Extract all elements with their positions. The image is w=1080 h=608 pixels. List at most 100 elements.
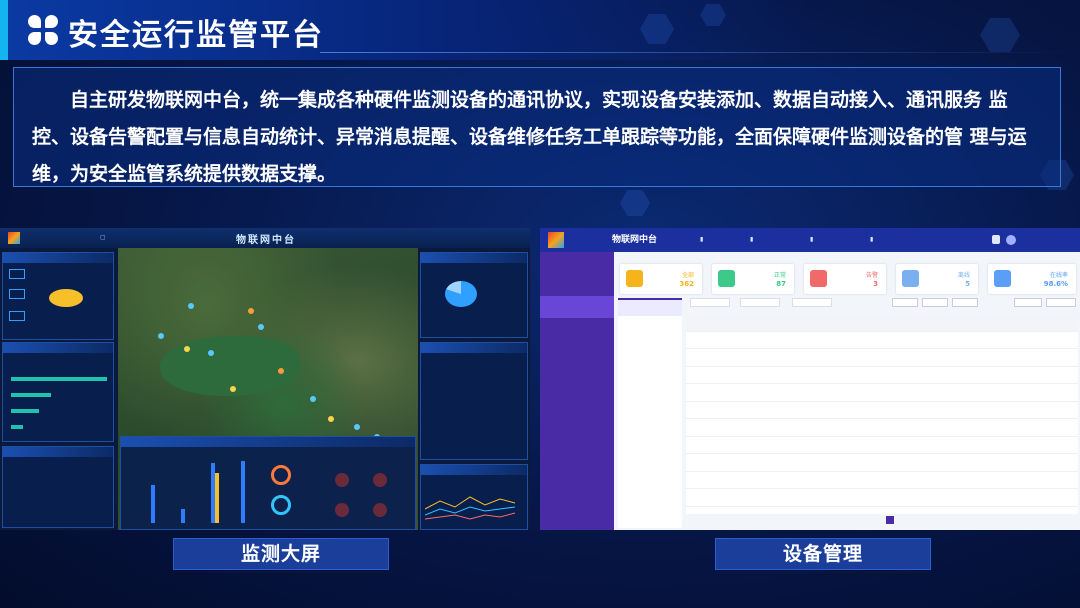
device-icon — [626, 270, 643, 287]
map-pin — [328, 416, 334, 422]
stat-card-offline[interactable]: 离线 5 — [896, 264, 978, 294]
tree-item[interactable] — [618, 428, 682, 444]
tree-item[interactable] — [618, 316, 682, 332]
data-bar — [11, 409, 39, 413]
nav-item[interactable]: ▮ — [870, 236, 873, 243]
stat-value: 362 — [679, 280, 694, 288]
pagination-current-page[interactable] — [886, 516, 894, 524]
stat-label: 告警 — [865, 272, 878, 279]
table-row[interactable] — [686, 437, 1078, 454]
dashboard-panel-stats — [2, 252, 114, 340]
tree-item[interactable] — [618, 412, 682, 428]
alarm-icon — [810, 270, 827, 287]
import-button[interactable] — [1014, 298, 1042, 307]
dashboard-panel-data — [2, 342, 114, 442]
tree-item[interactable] — [618, 380, 682, 396]
add-button[interactable] — [922, 298, 948, 307]
dashboard-title: 物联网中台 — [236, 235, 296, 246]
nav-item[interactable]: ▮ — [750, 236, 753, 243]
table-row[interactable] — [686, 472, 1078, 489]
settings-button[interactable] — [1046, 298, 1076, 307]
bell-icon[interactable] — [992, 235, 1000, 244]
chart-bar — [151, 485, 155, 523]
table-row[interactable] — [686, 454, 1078, 472]
nav-item[interactable]: ▮ — [810, 236, 813, 243]
stat-value: 5 — [965, 280, 970, 288]
stat-value: 87 — [776, 280, 786, 288]
device-type-tree — [618, 300, 682, 528]
filter-input[interactable] — [792, 298, 832, 307]
table-row[interactable] — [686, 489, 1078, 507]
gauge-ring — [271, 495, 291, 515]
data-bar — [11, 393, 51, 397]
tree-item[interactable] — [618, 300, 682, 316]
chart-bar — [181, 509, 185, 523]
tree-item[interactable] — [618, 364, 682, 380]
sidebar-item[interactable] — [540, 384, 614, 406]
map-pin — [278, 368, 284, 374]
table-row[interactable] — [686, 402, 1078, 419]
map-pin — [208, 350, 214, 356]
stat-value: 98.6% — [1043, 280, 1068, 288]
task-pie — [445, 281, 477, 307]
description-text: 自主研发物联网中台，统一集成各种硬件监测设备的通讯协议，实现设备安装添加、数据自… — [32, 89, 1027, 185]
alert-dot — [373, 503, 387, 517]
map-pin — [184, 346, 190, 352]
map-pin — [248, 308, 254, 314]
stat-card-alarm[interactable]: 告警 3 — [804, 264, 886, 294]
sidebar-item-active[interactable] — [540, 296, 614, 318]
chart-bar — [241, 461, 245, 523]
dashboard-panel-alerts — [420, 342, 528, 460]
device-management-screenshot: 物联网中台 ▮ ▮ ▮ ▮ 全部 362 正常 87 告警 3 离线 5 在线率… — [540, 228, 1080, 530]
sidebar-item[interactable] — [540, 428, 614, 450]
sidebar-item[interactable] — [540, 340, 614, 362]
filter-input[interactable] — [690, 298, 730, 307]
stat-box — [9, 269, 25, 279]
sidebar-item[interactable] — [540, 274, 614, 296]
stat-box — [9, 289, 25, 299]
stat-card-normal[interactable]: 正常 87 — [712, 264, 794, 294]
data-bar — [11, 425, 23, 429]
gauge-ring — [271, 465, 291, 485]
filter-input[interactable] — [740, 298, 780, 307]
table-row[interactable] — [686, 419, 1078, 437]
tree-item[interactable] — [618, 332, 682, 348]
avatar[interactable] — [1006, 235, 1016, 245]
online-icon — [994, 270, 1011, 287]
map-pin — [354, 424, 360, 430]
trend-line-chart — [425, 496, 516, 520]
sidebar-item[interactable] — [540, 472, 614, 494]
app-logo-icon — [8, 232, 20, 244]
dashboard-topbar: ▢ 物联网中台 — [0, 228, 530, 248]
stat-label: 正常 — [773, 272, 786, 279]
export-button[interactable] — [952, 298, 978, 307]
sidebar-item[interactable] — [540, 450, 614, 472]
table-row[interactable] — [686, 384, 1078, 402]
dashboard-panel-device-stats — [120, 436, 416, 530]
app-logo-icon — [548, 232, 564, 248]
table-row[interactable] — [686, 332, 1078, 349]
stat-card-all[interactable]: 全部 362 — [620, 264, 702, 294]
map-pin — [310, 396, 316, 402]
sidebar-item[interactable] — [540, 318, 614, 340]
sidebar-item[interactable] — [540, 406, 614, 428]
query-button[interactable] — [892, 298, 918, 307]
map-pin — [158, 333, 164, 339]
alert-dot — [373, 473, 387, 487]
tree-item[interactable] — [618, 348, 682, 364]
four-petal-logo-icon — [28, 15, 58, 45]
table-row[interactable] — [686, 349, 1078, 367]
stat-card-online-rate[interactable]: 在线率 98.6% — [988, 264, 1076, 294]
sidebar-item[interactable] — [540, 362, 614, 384]
stat-label: 在线率 — [1049, 272, 1068, 279]
header-divider — [320, 52, 1080, 53]
alert-dot — [335, 473, 349, 487]
tree-item[interactable] — [618, 396, 682, 412]
description-box: 自主研发物联网中台，统一集成各种硬件监测设备的通讯协议，实现设备安装添加、数据自… — [13, 67, 1061, 187]
table-row[interactable] — [686, 367, 1078, 384]
nav-item[interactable]: ▮ — [700, 236, 703, 243]
page-title: 安全运行监管平台 — [68, 18, 324, 53]
dashboard-panel-tasks — [420, 252, 528, 338]
dashboard-tab[interactable]: ▢ — [100, 234, 106, 241]
sidebar-item[interactable] — [540, 252, 614, 274]
